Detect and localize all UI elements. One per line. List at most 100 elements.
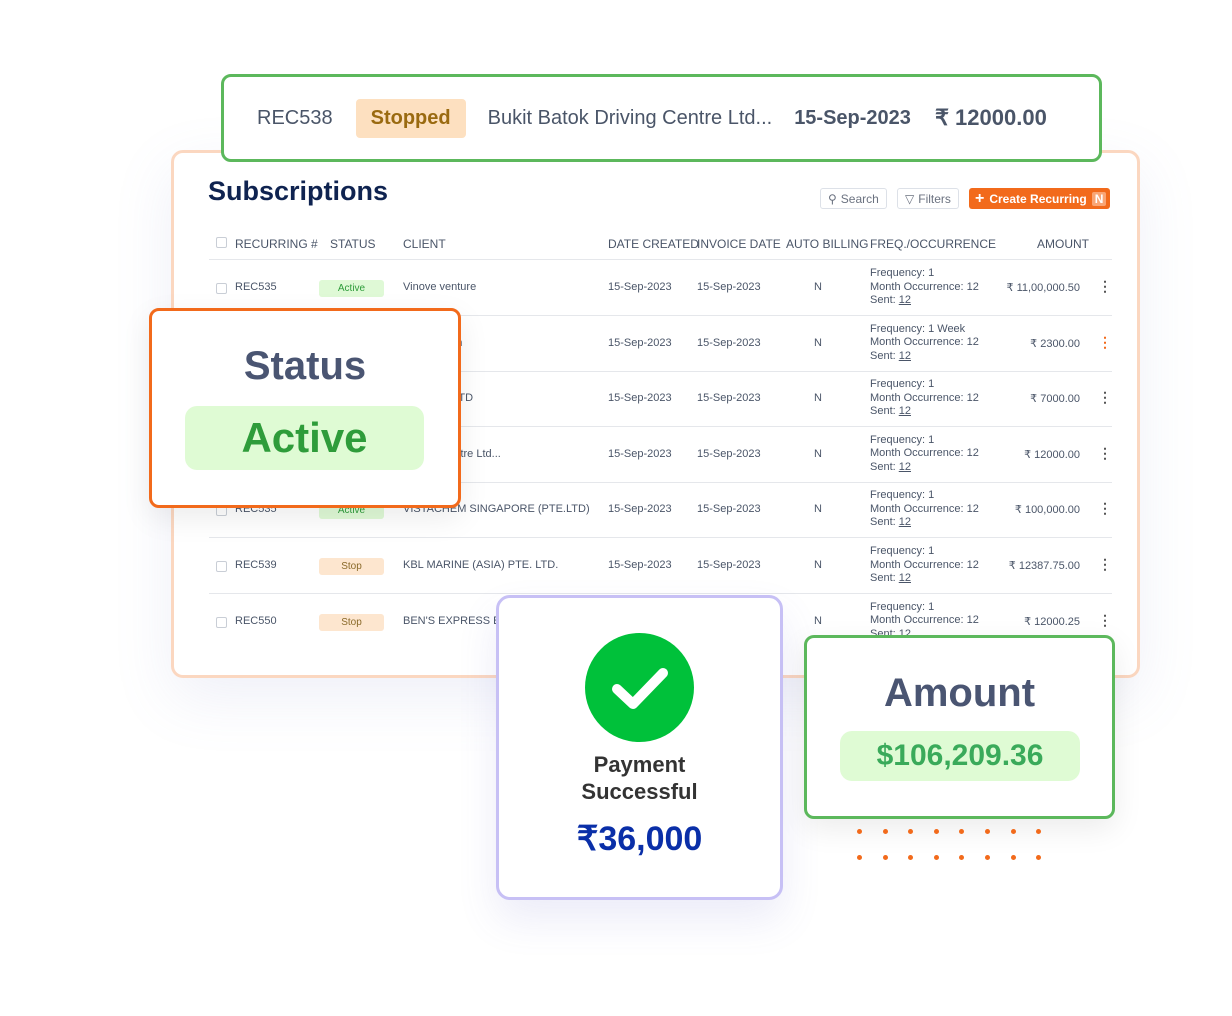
auto-billing: N	[814, 447, 822, 460]
divider	[209, 537, 1112, 539]
dot	[1036, 829, 1042, 834]
dot	[1036, 855, 1042, 860]
status-badge: Stop	[319, 558, 384, 575]
search-icon: ⚲	[828, 191, 837, 206]
auto-billing: N	[814, 281, 822, 293]
recurring-id: REC538	[257, 106, 333, 129]
frequency-occurrence: Frequency: 1 Month Occurrence: 12 Sent: 12	[870, 433, 979, 473]
column-header[interactable]: STATUS	[330, 237, 376, 251]
date-created: 15-Sep-2023	[608, 503, 672, 516]
payment-card: Payment Successful ₹36,000	[496, 595, 783, 900]
recurring-id[interactable]: REC535	[235, 281, 277, 293]
auto-billing: N	[814, 503, 822, 516]
column-header[interactable]: RECURRING #	[235, 237, 318, 251]
recurring-id[interactable]: REC550	[235, 615, 277, 627]
amount: ₹ 100,000.00	[1014, 504, 1080, 517]
more-options-icon[interactable]: ⋮	[1098, 334, 1112, 351]
auto-billing: N	[814, 559, 822, 571]
sent-link[interactable]: 12	[899, 294, 911, 306]
auto-billing: N	[814, 614, 822, 627]
dot	[933, 855, 939, 860]
recurring-id[interactable]: REC539	[235, 559, 277, 571]
filters-button[interactable]: ▽ Filters	[897, 188, 959, 209]
row-checkbox[interactable]	[216, 283, 227, 294]
dot	[908, 855, 914, 860]
dot	[882, 855, 888, 860]
date-created: 15-Sep-2023	[608, 392, 672, 405]
frequency-occurrence: Frequency: 1 Week Month Occurrence: 12 Sen…	[870, 322, 979, 362]
date-created: 15-Sep-2023	[608, 281, 672, 293]
invoice-date: 15-Sep-2023	[697, 281, 761, 293]
highlighted-subscription-card[interactable]: REC538 Stopped Bukit Batok Driving Centr…	[221, 74, 1102, 162]
more-options-icon[interactable]: ⋮	[1098, 500, 1112, 517]
invoice-date: 15-Sep-2023	[697, 336, 761, 349]
more-options-icon[interactable]: ⋮	[1098, 556, 1112, 573]
client-name: Vinove venture	[403, 281, 477, 293]
amount: ₹ 12387.75.00	[1008, 560, 1080, 572]
column-header[interactable]: INVOICE DATE	[697, 237, 781, 251]
create-recurring-button[interactable]: + Create Recurring N	[969, 188, 1111, 209]
date-created: 15-Sep-2023	[608, 336, 672, 349]
dot	[1010, 829, 1016, 834]
frequency-occurrence: Frequency: 1 Month Occurrence: 12 Sent: 12	[870, 378, 979, 418]
date-created: 15-Sep-2023	[608, 559, 672, 571]
client-name: KBL MARINE (ASIA) PTE. LTD.	[403, 559, 559, 571]
client-name: BEN'S EXPRESS EI	[403, 614, 504, 627]
sent-link[interactable]: 12	[899, 516, 911, 528]
dot	[985, 829, 990, 834]
invoice-date: 15-Sep-2023	[697, 559, 761, 571]
column-header[interactable]: CLIENT	[403, 237, 446, 251]
sent-link[interactable]: 12	[899, 572, 911, 584]
frequency-occurrence: Frequency: 1 Month Occurrence: 12 Sent: 12	[870, 267, 979, 306]
payment-amount: ₹36,000	[576, 820, 703, 858]
dot	[959, 829, 965, 834]
invoice-date: 15-Sep-2023	[697, 447, 761, 460]
date: 15-Sep-2023	[794, 106, 911, 129]
dot	[908, 829, 914, 834]
auto-billing: N	[814, 336, 822, 349]
dot	[985, 855, 990, 860]
status-badge: Stopped	[355, 98, 466, 138]
dot	[882, 829, 888, 834]
frequency-occurrence: Frequency: 1 Month Occurrence: 12 Sent: 12	[870, 489, 979, 529]
divider	[209, 259, 1112, 260]
amount-card: Amount $106,209.36	[804, 635, 1115, 819]
amount-value: $106,209.36	[840, 731, 1080, 781]
check-circle-icon	[585, 633, 694, 742]
dot	[857, 855, 862, 860]
status-card: Status Active	[149, 308, 461, 508]
amount: ₹ 12000.00	[1024, 448, 1080, 461]
row-checkbox[interactable]	[216, 561, 227, 572]
column-header[interactable]: FREQ./OCCURRENCE	[870, 237, 996, 251]
more-options-icon[interactable]: ⋮	[1098, 278, 1112, 295]
column-header[interactable]: AMOUNT	[1037, 237, 1089, 251]
status-title: Status	[243, 344, 367, 388]
search-button[interactable]: ⚲ Search	[820, 188, 887, 209]
invoice-date: 15-Sep-2023	[697, 392, 761, 405]
more-options-icon[interactable]: ⋮	[1098, 612, 1112, 629]
amount: ₹ 11,00,000.50	[1006, 282, 1080, 294]
sent-link[interactable]: 12	[899, 461, 911, 473]
amount-title: Amount	[883, 671, 1036, 715]
dot	[959, 855, 965, 860]
amount: ₹ 7000.00	[1030, 393, 1080, 406]
dot	[933, 829, 939, 834]
status-badge: Stop	[319, 613, 384, 631]
plus-icon: +	[975, 189, 985, 207]
sent-link[interactable]: 12	[899, 405, 911, 417]
frequency-occurrence: Frequency: 1 Month Occurrence: 12 Sent: 12	[870, 545, 979, 584]
column-header[interactable]: AUTO BILLING	[786, 237, 868, 251]
column-header[interactable]: DATE CREATED	[608, 237, 699, 251]
payment-title-line1: Payment	[593, 752, 686, 777]
amount: ₹ 12000.25	[1024, 615, 1080, 628]
status-value: Active	[185, 406, 424, 470]
more-options-icon[interactable]: ⋮	[1098, 389, 1112, 406]
more-options-icon[interactable]: ⋮	[1098, 445, 1112, 462]
filter-icon: ▽	[905, 191, 915, 206]
amount: ₹ 2300.00	[1030, 337, 1080, 350]
select-all-checkbox[interactable]	[216, 237, 227, 248]
divider	[209, 593, 1112, 594]
auto-billing: N	[814, 392, 822, 405]
row-checkbox[interactable]	[216, 616, 227, 628]
sent-link[interactable]: 12	[899, 350, 911, 362]
